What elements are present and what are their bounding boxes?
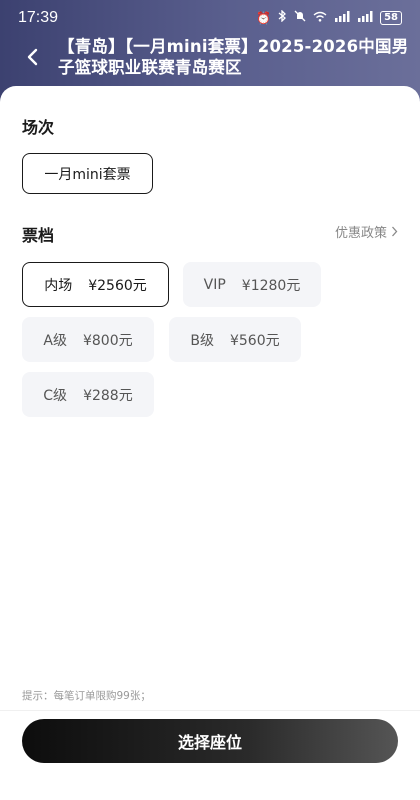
status-time: 17:39 [18, 9, 59, 26]
ticket-option-b[interactable]: B级 ¥560元 [169, 317, 301, 362]
status-icons: ⏰ 58 [256, 9, 402, 25]
ticket-option-a[interactable]: A级 ¥800元 [22, 317, 154, 362]
ticket-price: ¥288元 [83, 387, 133, 404]
chevron-right-icon [392, 226, 398, 237]
ticket-tier: C级 [43, 387, 68, 404]
ticket-option-inner[interactable]: 内场 ¥2560元 [22, 262, 169, 307]
ticket-price: ¥2560元 [88, 277, 147, 294]
battery-icon: 58 [380, 10, 402, 25]
session-option-mini[interactable]: 一月mini套票 [22, 153, 153, 194]
select-seat-label: 选择座位 [177, 733, 242, 752]
chevron-left-icon [27, 48, 38, 66]
status-bar: 17:39 ⏰ 58 [0, 0, 420, 34]
footer-divider [0, 710, 420, 711]
ticket-price: ¥560元 [229, 332, 280, 349]
discount-policy-link[interactable]: 优惠政策 [335, 222, 398, 241]
ticket-price: ¥1280元 [241, 277, 301, 294]
select-seat-button[interactable]: 选择座位 [22, 719, 398, 763]
session-option-label: 一月mini套票 [44, 166, 131, 183]
ticket-option-vip[interactable]: VIP ¥1280元 [183, 262, 321, 307]
alarm-icon: ⏰ [256, 10, 272, 25]
header: 17:39 ⏰ 58 【青岛】【一月mini套票】2025-2026中国男子篮球… [0, 0, 420, 100]
mute-icon [294, 10, 306, 25]
signal-icon [357, 10, 373, 25]
purchase-limit-tip: 提示：每笔订单限购99张； [22, 690, 151, 702]
signal-icon [334, 10, 350, 25]
wifi-icon [313, 11, 327, 25]
bluetooth-icon [278, 9, 287, 25]
session-section-label: 场次 [22, 118, 55, 137]
page-title: 【青岛】【一月mini套票】2025-2026中国男子篮球职业联赛青岛赛区 [58, 37, 409, 77]
content-sheet: 场次 一月mini套票 票档 优惠政策 内场 ¥2560元 VIP ¥1280元… [0, 86, 420, 800]
ticket-section-label: 票档 [22, 226, 55, 245]
ticket-price: ¥800元 [82, 332, 133, 349]
ticket-tier: A级 [43, 332, 67, 349]
ticket-tier: VIP [203, 276, 226, 293]
ticket-tier: B级 [190, 332, 214, 349]
discount-policy-label: 优惠政策 [334, 226, 387, 241]
ticket-tier: 内场 [44, 277, 73, 294]
back-button[interactable] [20, 44, 44, 70]
ticket-option-c[interactable]: C级 ¥288元 [22, 372, 154, 417]
